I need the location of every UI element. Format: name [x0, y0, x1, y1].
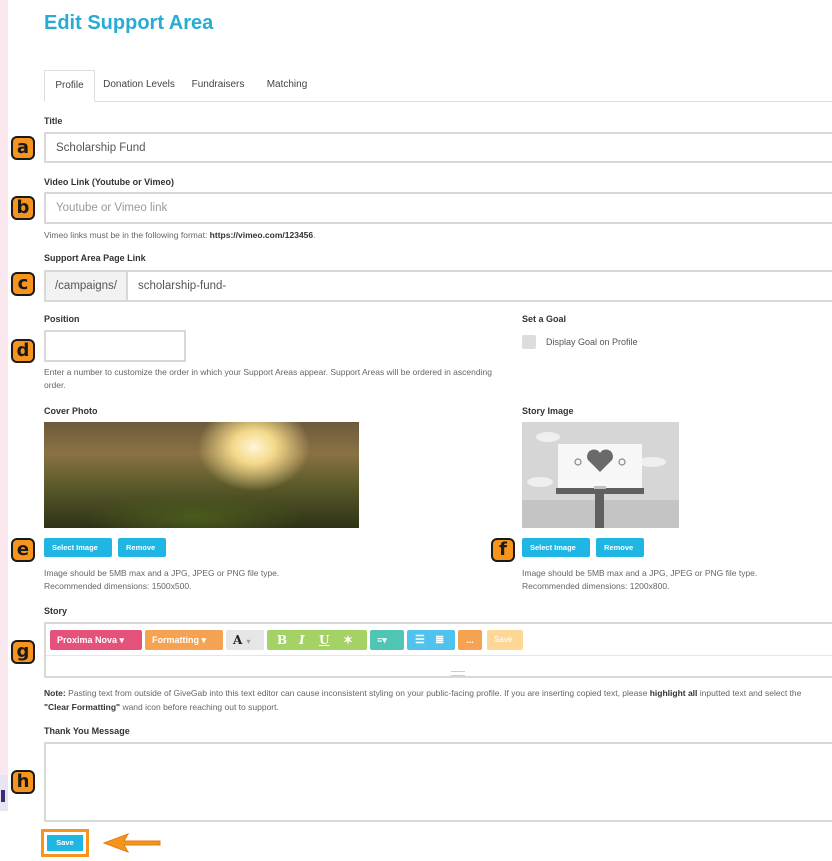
display-goal-label: Display Goal on Profile — [546, 337, 638, 347]
formatting-dropdown[interactable]: Formatting ▾ — [145, 630, 223, 650]
cover-photo-help: Image should be 5MB max and a JPG, JPEG … — [44, 567, 279, 593]
background-mark — [1, 790, 5, 802]
position-label: Position — [44, 314, 80, 324]
callout-e: e — [11, 538, 35, 562]
video-link-label: Video Link (Youtube or Vimeo) — [44, 177, 175, 187]
cover-help-line2: Recommended dimensions: 1500x500. — [44, 581, 192, 591]
note-clear: "Clear Formatting" — [44, 702, 121, 712]
note-text-1: Pasting text from outside of GiveGab int… — [65, 688, 650, 698]
story-editor[interactable]: Proxima Nova ▾ Formatting ▾ A ▾ B I U ✶ … — [44, 622, 832, 678]
thank-you-textarea[interactable] — [44, 742, 832, 822]
cover-remove-button[interactable]: Remove — [118, 538, 166, 557]
note-prefix: Note: — [44, 688, 66, 698]
story-remove-button[interactable]: Remove — [596, 538, 644, 557]
text-color-chevron-icon: ▾ — [246, 636, 251, 646]
text-style-group: B I U ✶ — [267, 630, 367, 650]
cover-select-image-button[interactable]: Select Image — [44, 538, 112, 557]
cover-photo-image — [44, 422, 359, 528]
tab-matching[interactable]: Matching — [258, 70, 316, 100]
callout-c: c — [11, 272, 35, 296]
page-link-prefix: /campaigns/ — [44, 270, 128, 302]
callout-d: d — [11, 339, 35, 363]
editor-save-button[interactable]: Save — [487, 630, 523, 650]
underline-icon[interactable]: U — [319, 630, 329, 650]
video-link-help: Vimeo links must be in the following for… — [44, 229, 316, 242]
story-help-line1: Image should be 5MB max and a JPG, JPEG … — [522, 568, 758, 578]
bold-icon[interactable]: B — [277, 630, 287, 650]
story-select-image-button[interactable]: Select Image — [522, 538, 590, 557]
align-dropdown-icon[interactable]: ≡▾ — [370, 630, 404, 650]
save-button[interactable]: Save — [47, 835, 83, 851]
story-help-line2: Recommended dimensions: 1200x800. — [522, 581, 670, 591]
title-label: Title — [44, 116, 63, 126]
story-image-help: Image should be 5MB max and a JPG, JPEG … — [522, 567, 757, 593]
title-input[interactable]: Scholarship Fund — [44, 132, 832, 163]
video-help-text: Vimeo links must be in the following for… — [44, 230, 210, 240]
pointer-arrow-icon — [102, 833, 161, 853]
font-family-dropdown[interactable]: Proxima Nova ▾ — [50, 630, 142, 650]
position-input[interactable] — [44, 330, 186, 362]
position-help: Enter a number to customize the order in… — [44, 367, 492, 390]
set-goal-label: Set a Goal — [522, 314, 567, 324]
thank-you-label: Thank You Message — [44, 726, 130, 736]
numbered-list-icon[interactable]: ≣ — [435, 630, 444, 650]
callout-g: g — [11, 640, 35, 664]
video-link-input[interactable]: Youtube or Vimeo link — [44, 192, 832, 224]
display-goal-checkbox[interactable] — [522, 335, 536, 349]
billboard-illustration-icon — [522, 422, 679, 528]
cover-help-line1: Image should be 5MB max and a JPG, JPEG … — [44, 568, 280, 578]
page-link-input[interactable]: scholarship-fund- — [126, 270, 832, 302]
save-highlight: Save — [41, 829, 89, 857]
callout-b: b — [11, 196, 35, 220]
video-help-example: https://vimeo.com/123456 — [209, 230, 314, 240]
resize-grip-icon[interactable] — [451, 671, 465, 676]
editor-divider — [46, 655, 832, 656]
text-color-button[interactable]: A ▾ — [226, 630, 264, 650]
story-image-placeholder — [522, 422, 679, 528]
page-title: Edit Support Area — [44, 12, 214, 34]
story-label: Story — [44, 606, 68, 616]
tab-donation-levels[interactable]: Donation Levels — [96, 70, 182, 100]
story-note: Note: Pasting text from outside of GiveG… — [44, 686, 824, 714]
tab-bar: Profile Donation Levels Fundraisers Matc… — [44, 70, 832, 102]
list-group: ☰ ≣ — [407, 630, 455, 650]
italic-icon[interactable]: I — [299, 630, 305, 650]
clear-formatting-wand-icon[interactable]: ✶ — [343, 630, 353, 650]
background-strip — [0, 0, 8, 811]
video-help-suffix: . — [313, 230, 316, 240]
note-highlight: highlight all — [649, 688, 698, 698]
tab-profile[interactable]: Profile — [44, 70, 95, 102]
text-color-icon: A — [233, 633, 243, 647]
bullet-list-icon[interactable]: ☰ — [415, 630, 425, 650]
note-text-3: wand icon before reaching out to support… — [120, 702, 279, 712]
cover-photo-label: Cover Photo — [44, 406, 98, 416]
more-options-icon[interactable]: ... — [458, 630, 482, 650]
callout-f: f — [491, 538, 515, 562]
tab-fundraisers[interactable]: Fundraisers — [182, 70, 254, 100]
callout-a: a — [11, 136, 35, 160]
note-text-2: inputted text and select the — [697, 688, 802, 698]
story-image-label: Story Image — [522, 406, 574, 416]
callout-h: h — [11, 770, 35, 794]
page-link-label: Support Area Page Link — [44, 253, 146, 263]
